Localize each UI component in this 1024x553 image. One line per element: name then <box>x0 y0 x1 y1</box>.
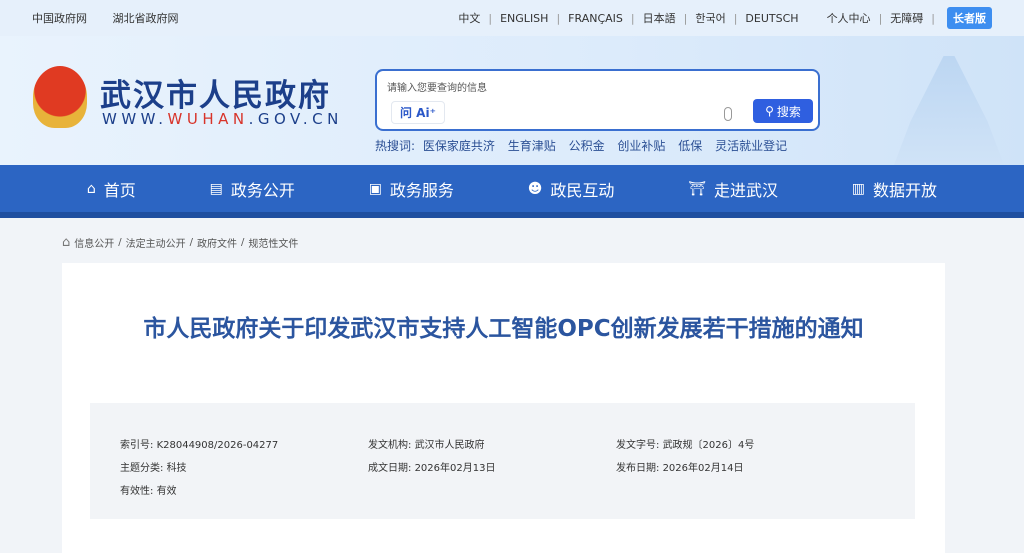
ask-ai-button[interactable]: 问 Ai⁺ <box>391 101 445 124</box>
home-icon[interactable]: ⌂ <box>62 235 70 250</box>
url-mid: WUHAN <box>167 110 249 128</box>
meta-validity: 有效性: 有效 <box>120 482 177 497</box>
breadcrumb-item[interactable]: 规范性文件 <box>248 235 298 250</box>
printer-icon: ▣ <box>368 180 382 197</box>
microphone-icon[interactable] <box>724 107 732 121</box>
url-post: .GOV.CN <box>248 110 343 128</box>
hot-word[interactable]: 医保家庭共济 <box>423 139 495 153</box>
meta-value: K28044908/2026-04277 <box>156 440 279 451</box>
lang-de[interactable]: DEUTSCH <box>745 12 798 25</box>
top-bar: 中国政府网 湖北省政府网 中文 | ENGLISH | FRANÇAIS | 日本語 |… <box>0 0 1024 36</box>
accessibility-link[interactable]: 无障碍 <box>890 10 923 26</box>
meta-publish-date: 发布日期: 2026年02月14日 <box>616 459 743 474</box>
meta-topic: 主题分类: 科技 <box>120 459 187 474</box>
nav-about-wuhan[interactable]: ⛩ 走进武汉 <box>688 177 778 201</box>
people-icon: ☻ <box>527 180 543 197</box>
hot-word[interactable]: 创业补贴 <box>617 139 665 153</box>
nav-label: 政民互动 <box>550 180 615 200</box>
search-button-label: 搜索 <box>776 104 801 119</box>
meta-key: 发文字号: <box>616 440 660 451</box>
link-hubei-gov[interactable]: 湖北省政府网 <box>113 12 179 25</box>
lang-ja[interactable]: 日本語 <box>643 10 676 26</box>
elder-mode-button[interactable]: 长者版 <box>947 7 992 29</box>
building-icon: ⛩ <box>688 180 706 197</box>
meta-value: 2026年02月13日 <box>414 463 496 474</box>
user-center-link[interactable]: 个人中心 <box>827 10 871 26</box>
meta-key: 有效性: <box>120 486 154 497</box>
meta-written-date: 成文日期: 2026年02月13日 <box>368 459 495 474</box>
breadcrumb-item[interactable]: 法定主动公开 <box>126 235 186 250</box>
yellow-crane-tower-icon <box>894 56 1004 165</box>
main-nav: ⌂ 首页 ▤ 政务公开 ▣ 政务服务 ☻ 政民互动 ⛩ 走进武汉 ▥ 数据开放 <box>0 165 1024 218</box>
hot-word[interactable]: 公积金 <box>569 139 605 153</box>
chart-icon: ▥ <box>851 180 866 197</box>
nav-label: 走进武汉 <box>713 180 778 200</box>
lang-en[interactable]: ENGLISH <box>500 12 548 25</box>
lang-zh[interactable]: 中文 <box>458 10 480 26</box>
site-url: WWW.WUHAN.GOV.CN <box>102 110 343 128</box>
search-input[interactable]: 请输入您要查询的信息 <box>387 79 487 94</box>
meta-key: 发布日期: <box>616 463 660 474</box>
meta-value: 武政规〔2026〕4号 <box>662 440 755 451</box>
meta-value: 武汉市人民政府 <box>414 440 485 451</box>
meta-key: 索引号: <box>120 440 154 451</box>
search-box[interactable]: 请输入您要查询的信息 问 Ai⁺ ⚲ 搜索 <box>375 69 820 131</box>
hot-word[interactable]: 低保 <box>678 139 702 153</box>
article-card: 市人民政府关于印发武汉市支持人工智能OPC创新发展若干措施的通知 索引号: K2… <box>62 263 945 553</box>
national-emblem-icon <box>33 66 87 128</box>
nav-interaction[interactable]: ☻ 政民互动 <box>528 177 615 201</box>
search-icon: ⚲ <box>765 104 774 118</box>
article-title: 市人民政府关于印发武汉市支持人工智能OPC创新发展若干措施的通知 <box>143 316 864 342</box>
link-gov-cn[interactable]: 中国政府网 <box>32 12 87 25</box>
article-meta: 索引号: K28044908/2026-04277 发文机构: 武汉市人民政府 … <box>90 403 915 519</box>
hot-word[interactable]: 生育津贴 <box>508 139 556 153</box>
home-icon: ⌂ <box>86 180 96 197</box>
hot-words: 热搜词: 医保家庭共济 生育津贴 公积金 创业补贴 低保 灵活就业登记 <box>375 137 796 154</box>
hot-word[interactable]: 灵活就业登记 <box>715 139 787 153</box>
breadcrumb-item[interactable]: 信息公开 <box>74 235 114 250</box>
meta-key: 成文日期: <box>368 463 412 474</box>
id-card-icon: ▤ <box>209 180 223 197</box>
breadcrumb-item[interactable]: 政府文件 <box>197 235 237 250</box>
nav-label: 数据开放 <box>873 180 938 200</box>
header: 武汉市人民政府 WWW.WUHAN.GOV.CN 请输入您要查询的信息 问 Ai… <box>0 36 1024 165</box>
lang-ko[interactable]: 한국어 <box>695 10 725 26</box>
nav-label: 政务服务 <box>389 180 454 200</box>
meta-doc-number: 发文字号: 武政规〔2026〕4号 <box>616 436 754 451</box>
lang-fr[interactable]: FRANÇAIS <box>568 12 623 25</box>
nav-label: 政务公开 <box>230 180 295 200</box>
nav-label: 首页 <box>103 180 136 200</box>
search-button[interactable]: ⚲ 搜索 <box>753 99 813 123</box>
hot-label: 热搜词: <box>375 139 416 153</box>
url-pre: WWW. <box>102 110 168 128</box>
site-title[interactable]: 武汉市人民政府 <box>100 70 331 115</box>
nav-gov-services[interactable]: ▣ 政务服务 <box>369 177 454 201</box>
nav-open-data[interactable]: ▥ 数据开放 <box>852 177 937 201</box>
meta-value: 2026年02月14日 <box>662 463 744 474</box>
meta-key: 发文机构: <box>368 440 412 451</box>
meta-key: 主题分类: <box>120 463 164 474</box>
breadcrumb: ⌂ 信息公开 / 法定主动公开 / 政府文件 / 规范性文件 <box>62 235 299 250</box>
meta-value: 科技 <box>166 463 187 474</box>
meta-issuer: 发文机构: 武汉市人民政府 <box>368 436 485 451</box>
nav-home[interactable]: ⌂ 首页 <box>87 177 136 201</box>
nav-gov-affairs[interactable]: ▤ 政务公开 <box>210 177 295 201</box>
meta-index: 索引号: K28044908/2026-04277 <box>120 436 278 451</box>
meta-value: 有效 <box>156 486 177 497</box>
